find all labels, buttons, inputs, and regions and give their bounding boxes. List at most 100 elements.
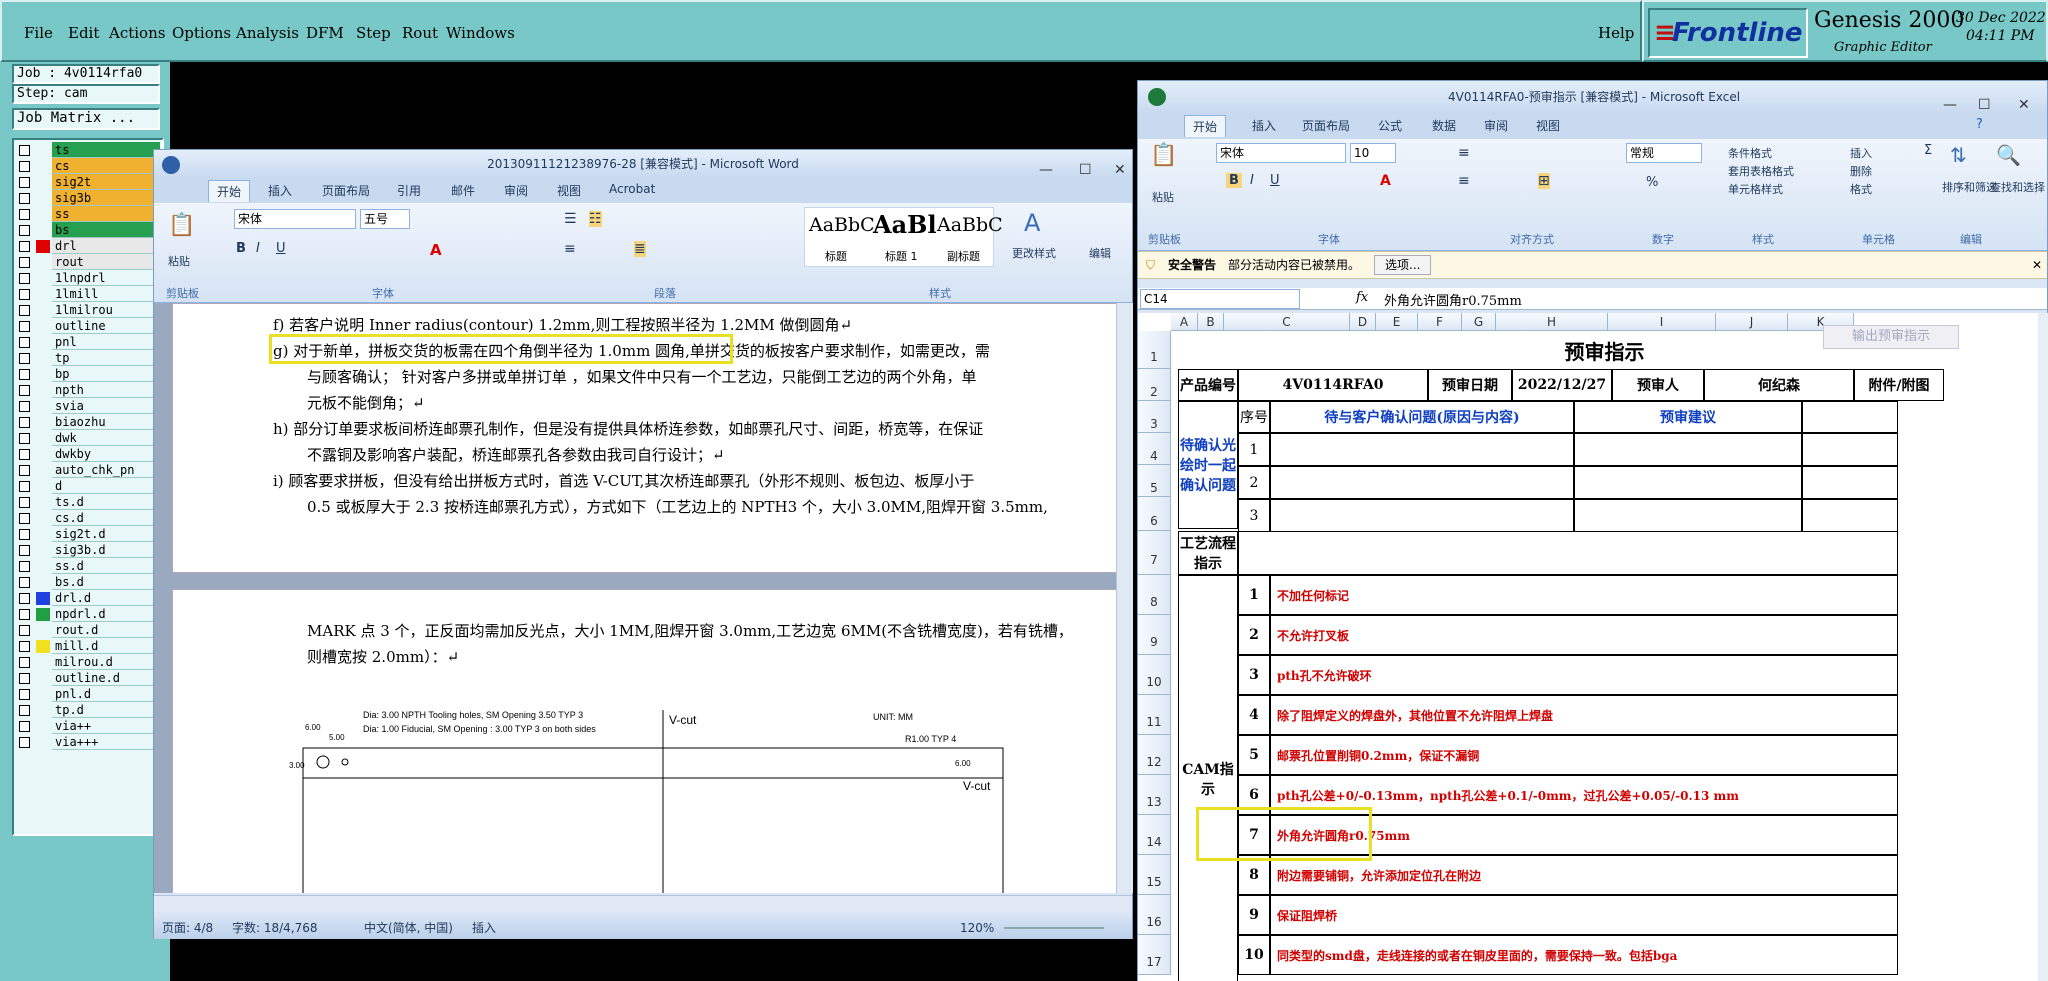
row-header[interactable]: 3 xyxy=(1138,401,1171,433)
sum-icon[interactable]: Σ xyxy=(1924,143,1932,158)
layer-row[interactable]: dwk xyxy=(14,430,162,446)
cam-item-number[interactable]: 4 xyxy=(1238,695,1270,735)
style-subtitle[interactable]: 副标题 xyxy=(947,248,980,264)
confirm-label[interactable]: 待确认光绘时一起确认问题 xyxy=(1178,401,1238,529)
layer-color-swatch[interactable] xyxy=(36,592,50,605)
paste-button[interactable]: 粘贴 xyxy=(168,253,190,269)
cam-item-number[interactable]: 3 xyxy=(1238,655,1270,695)
advice-cell[interactable] xyxy=(1574,433,1802,466)
layer-checkbox[interactable] xyxy=(19,529,30,540)
font-size-box[interactable]: 10 xyxy=(1350,143,1396,163)
layer-checkbox[interactable] xyxy=(19,545,30,556)
layer-name[interactable]: dwk xyxy=(52,430,160,446)
layer-row[interactable]: 1lmilrou xyxy=(14,302,162,318)
layer-row[interactable]: drl xyxy=(14,238,162,254)
job-matrix-button[interactable]: Job Matrix ... xyxy=(12,108,160,130)
cam-item-number[interactable]: 1 xyxy=(1238,575,1270,615)
attach-cell[interactable] xyxy=(1802,499,1898,532)
layer-checkbox[interactable] xyxy=(19,177,30,188)
cam-item-text[interactable]: 附边需要铺铜，允许添加定位孔在附边 xyxy=(1270,855,1898,895)
advice-header[interactable]: 预审建议 xyxy=(1574,401,1802,433)
cam-item-number[interactable]: 2 xyxy=(1238,615,1270,655)
status-page[interactable]: 页面: 4/8 xyxy=(162,917,213,939)
row-header[interactable]: 6 xyxy=(1138,497,1171,531)
date-value[interactable]: 2022/12/27 xyxy=(1512,369,1612,401)
layer-row[interactable]: sig2t xyxy=(14,174,162,190)
layer-name[interactable]: rout.d xyxy=(52,622,160,638)
layer-checkbox[interactable] xyxy=(19,193,30,204)
layer-color-swatch[interactable] xyxy=(36,320,50,333)
layer-checkbox[interactable] xyxy=(19,385,30,396)
layer-row[interactable]: outline xyxy=(14,318,162,334)
seq-header[interactable]: 序号 xyxy=(1238,401,1270,433)
menu-step[interactable]: Step xyxy=(356,24,391,42)
layer-name[interactable]: biaozhu xyxy=(52,414,160,430)
status-words[interactable]: 字数: 18/4,768 xyxy=(232,917,318,939)
layer-name[interactable]: sig2t xyxy=(52,174,160,190)
layer-checkbox[interactable] xyxy=(19,353,30,364)
formula-input[interactable]: 外角允许圆角r0.75mm xyxy=(1384,290,1522,309)
layer-color-swatch[interactable] xyxy=(36,544,50,557)
underline-icon[interactable]: U xyxy=(276,241,286,256)
status-language[interactable]: 中文(简体, 中国) xyxy=(364,917,453,939)
layer-row[interactable]: npdrl.d xyxy=(14,606,162,622)
layer-name[interactable]: drl xyxy=(52,238,160,254)
layer-name[interactable]: 1lmilrou xyxy=(52,302,160,318)
layer-color-swatch[interactable] xyxy=(36,336,50,349)
tab-mailings[interactable]: 邮件 xyxy=(451,182,475,199)
layer-row[interactable]: sig3b.d xyxy=(14,542,162,558)
layer-checkbox[interactable] xyxy=(19,449,30,460)
layer-checkbox[interactable] xyxy=(19,321,30,332)
layer-checkbox[interactable] xyxy=(19,257,30,268)
layer-row[interactable]: ss.d xyxy=(14,558,162,574)
layer-color-swatch[interactable] xyxy=(36,720,50,733)
layer-checkbox[interactable] xyxy=(19,673,30,684)
style-title[interactable]: 标题 xyxy=(825,248,847,264)
layer-color-swatch[interactable] xyxy=(36,400,50,413)
layer-color-swatch[interactable] xyxy=(36,528,50,541)
cam-item-text[interactable]: pth孔公差+0/-0.13mm，npth孔公差+0.1/-0mm，过孔公差+0… xyxy=(1270,775,1898,815)
confirm-seq[interactable]: 2 xyxy=(1238,466,1270,499)
style-h1[interactable]: 标题 1 xyxy=(885,248,918,264)
layer-name[interactable]: d xyxy=(52,478,160,494)
layer-name[interactable]: dwkby xyxy=(52,446,160,462)
merge-center-icon[interactable]: ⊞ xyxy=(1538,173,1550,189)
layer-color-swatch[interactable] xyxy=(36,192,50,205)
menu-file[interactable]: File xyxy=(24,24,53,42)
layer-name[interactable]: outline xyxy=(52,318,160,334)
layer-row[interactable]: via+++ xyxy=(14,734,162,750)
layer-color-swatch[interactable] xyxy=(36,352,50,365)
layer-name[interactable]: bs xyxy=(52,222,160,238)
layer-color-swatch[interactable] xyxy=(36,416,50,429)
cam-item-text[interactable]: pth孔不允许破环 xyxy=(1270,655,1898,695)
layer-checkbox[interactable] xyxy=(19,481,30,492)
column-header[interactable]: E xyxy=(1376,313,1418,331)
menu-dfm[interactable]: DFM xyxy=(306,24,344,42)
layer-checkbox[interactable] xyxy=(19,161,30,172)
attach-cell[interactable] xyxy=(1802,433,1898,466)
confirm-seq[interactable]: 3 xyxy=(1238,499,1270,532)
layer-row[interactable]: via++ xyxy=(14,718,162,734)
layer-name[interactable]: svia xyxy=(52,398,160,414)
underline-icon[interactable]: U xyxy=(1270,173,1280,188)
layer-name[interactable]: ss xyxy=(52,206,160,222)
layer-name[interactable]: sig3b xyxy=(52,190,160,206)
layer-checkbox[interactable] xyxy=(19,209,30,220)
format-cells-button[interactable]: 格式 xyxy=(1850,181,1872,197)
menu-edit[interactable]: Edit xyxy=(68,24,99,42)
layer-color-swatch[interactable] xyxy=(36,448,50,461)
layer-name[interactable]: bs.d xyxy=(52,574,160,590)
layer-color-swatch[interactable] xyxy=(36,560,50,573)
layer-row[interactable]: svia xyxy=(14,398,162,414)
layer-color-swatch[interactable] xyxy=(36,512,50,525)
tab-review[interactable]: 审阅 xyxy=(1484,117,1508,134)
font-color-icon[interactable]: A xyxy=(1380,173,1391,189)
font-name-box[interactable]: 宋体 xyxy=(1216,143,1346,163)
warning-close-icon[interactable]: ✕ xyxy=(2032,252,2042,278)
job-field[interactable]: Job : 4v0114rfa0 xyxy=(12,64,160,84)
layer-color-swatch[interactable] xyxy=(36,640,50,653)
layer-checkbox[interactable] xyxy=(19,609,30,620)
layer-color-swatch[interactable] xyxy=(36,704,50,717)
reviewer-label[interactable]: 预审人 xyxy=(1612,369,1704,401)
layer-color-swatch[interactable] xyxy=(36,176,50,189)
